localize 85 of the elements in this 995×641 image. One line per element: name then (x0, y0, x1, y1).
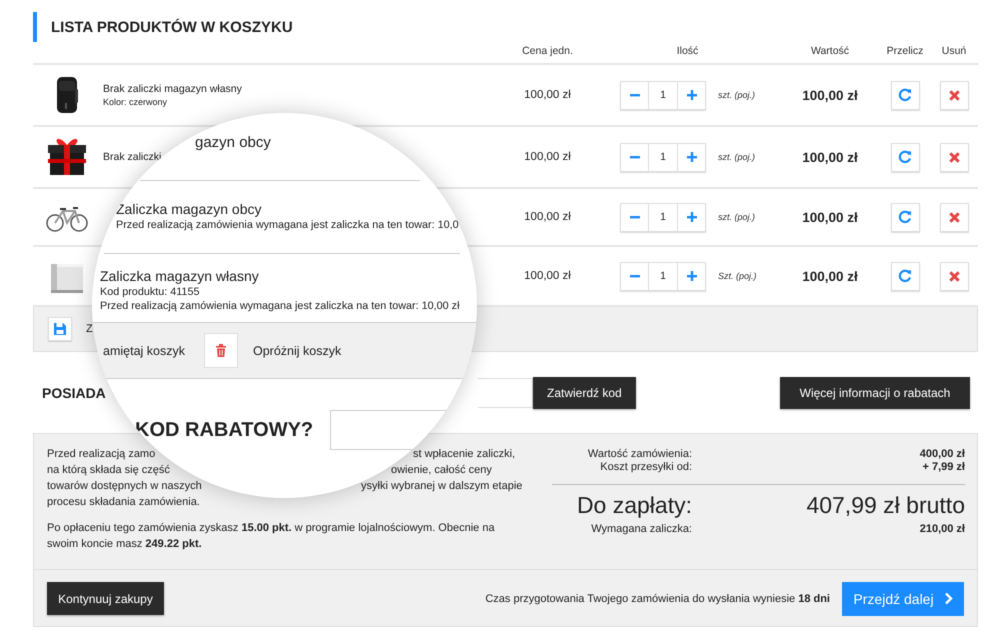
remove-button[interactable] (940, 202, 968, 232)
total-value: + 7,99 zł (921, 461, 965, 474)
remove-button[interactable] (940, 262, 968, 290)
decrease-button[interactable] (620, 80, 649, 110)
remove-button[interactable] (940, 80, 968, 110)
total-value: 400,00 zł (918, 448, 965, 461)
unit-label: szt. (poj.) (718, 212, 756, 222)
notice-text: towarów dostępnych w naszych (47, 479, 203, 494)
column-header: Ilość (676, 45, 698, 57)
delivery-time-text: Czas przygotowania Twojego zamówienia do wysłania wyniesie 18 dni (485, 592, 830, 604)
notice-text: na którą składa się część (47, 463, 171, 478)
close-icon (948, 270, 960, 282)
product-name[interactable]: Brak zaliczki (103, 150, 162, 164)
section-title: LISTA PRODUKTÓW W KOSZYKU (33, 12, 978, 42)
empty-cart-link[interactable]: Opróżnij koszyk (252, 344, 342, 358)
plus-icon (686, 151, 698, 163)
total-label: Do zapłaty: (576, 491, 692, 520)
refresh-icon (898, 269, 912, 283)
plus-icon (686, 270, 698, 282)
line-total: 100,00 zł (802, 88, 858, 102)
refresh-icon (898, 88, 912, 102)
total-label: Wartość zamówienia: (586, 448, 692, 461)
remove-button[interactable] (940, 142, 968, 172)
product-name[interactable]: gazyn obcy (195, 134, 271, 152)
product-name[interactable]: Brak zaliczki magazyn własny (103, 82, 242, 96)
total-value: 407,99 zł brutto (805, 491, 965, 520)
discount-heading: POSIADA (42, 385, 107, 401)
continue-shopping-button[interactable]: Kontynuuj zakupy (47, 582, 164, 615)
product-name[interactable]: Zaliczka magazyn obcy (116, 201, 459, 218)
notice-text: ysyłki wybranej w dalszym etapie (361, 479, 524, 494)
chevron-icon (942, 592, 953, 605)
notice-text: Przed realizacją zamo (47, 447, 156, 462)
column-header: Przelicz (886, 45, 924, 57)
decrease-button[interactable] (620, 142, 649, 172)
line-total: 100,00 zł (802, 268, 858, 284)
column-header: Usuń (942, 45, 966, 57)
recalculate-button[interactable] (890, 142, 920, 172)
line-total: 100,00 zł (802, 150, 858, 164)
decrease-button[interactable] (620, 202, 649, 232)
discount-info-button[interactable]: Więcej informacji o rabatach (780, 377, 970, 409)
close-icon (948, 210, 960, 224)
refresh-icon (898, 150, 912, 164)
unit-price: 100,00 zł (524, 151, 571, 163)
increase-button[interactable] (677, 80, 706, 110)
save-icon (53, 322, 67, 336)
unit-label: szt. (poj.) (718, 152, 756, 162)
increase-button[interactable] (677, 262, 706, 290)
product-detail: Kod produktu: 41155 (100, 285, 200, 299)
save-cart-link[interactable]: amiętaj koszyk (103, 344, 185, 358)
close-icon (948, 150, 960, 164)
product-detail: Przed realizacją zamówienia wymagana jest zaliczka na ten towar: 10,00 zł (100, 299, 460, 313)
recalculate-button[interactable] (890, 262, 920, 290)
increase-button[interactable] (677, 142, 706, 172)
product-detail: Przed realizacją zamówienia wymagana jest zaliczka na ten towar: 10,0 (116, 218, 459, 232)
empty-cart-button[interactable] (204, 333, 238, 368)
refresh-icon (898, 210, 912, 224)
unit-label: Szt. (poj.) (718, 271, 757, 281)
unit-label: szt. (poj.) (718, 90, 756, 100)
close-icon (948, 88, 960, 102)
increase-button[interactable] (677, 202, 706, 232)
unit-price: 100,00 zł (524, 211, 571, 223)
line-total: 100,00 zł (802, 210, 858, 224)
product-name[interactable]: Zaliczka magazyn własny (100, 268, 460, 285)
save-cart-link[interactable]: Z (86, 323, 93, 335)
notice-text: procesu składania zamówienia. (47, 495, 201, 510)
discount-code-field[interactable] (478, 378, 533, 408)
column-header: Wartość (810, 45, 850, 57)
loyalty-text: Po opłaceniu tego zamówienia zyskasz 15.00 pkt. w programie lojalnościowym. Obecnie na swoim koncie masz 249.22 pkt. (47, 521, 496, 552)
save-button[interactable] (48, 317, 72, 341)
total-label: Koszt przesyłki od: (599, 461, 692, 474)
plus-icon (686, 211, 698, 223)
decrease-button[interactable] (620, 262, 649, 290)
unit-price: 100,00 zł (524, 270, 571, 282)
plus-icon (686, 89, 698, 101)
product-detail: Kolor: czerwony (103, 96, 168, 108)
total-value: 210,00 zł (918, 523, 965, 536)
total-label: Wymagana zaliczka: (590, 523, 692, 536)
unit-price: 100,00 zł (524, 89, 571, 101)
notice-text: st wpłacenie zaliczki, (413, 447, 516, 462)
recalculate-button[interactable] (890, 202, 920, 232)
notice-text: owienie, całość ceny (391, 463, 493, 478)
trash-icon (214, 343, 228, 358)
recalculate-button[interactable] (890, 80, 920, 110)
column-header: Cena jedn. (522, 45, 573, 57)
apply-code-button[interactable]: Zatwierdź kod (533, 377, 636, 409)
